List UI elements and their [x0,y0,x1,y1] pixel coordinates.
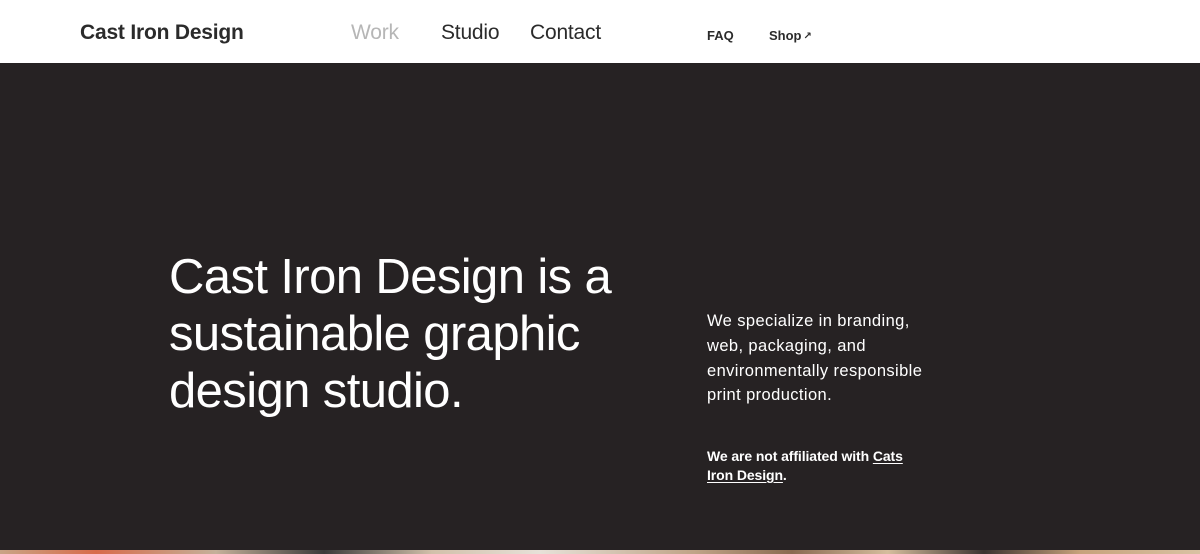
project-photo-strip [0,550,1200,554]
hero-section: Cast Iron Design is a sustainable graphi… [0,63,1200,550]
site-logo-link[interactable]: Cast Iron Design [80,21,244,45]
shop-label: Shop [769,28,802,43]
affiliation-note-prefix: We are not affiliated with [707,448,873,464]
affiliation-note: We are not affiliated with Cats Iron Des… [707,447,927,485]
external-link-arrow-icon: ↗ [803,31,812,42]
nav-item-work[interactable]: Work [351,21,399,45]
nav-item-studio[interactable]: Studio [441,21,500,45]
nav-item-shop[interactable]: Shop ↗ [769,28,812,43]
nav-item-faq[interactable]: FAQ [707,28,734,43]
affiliation-note-suffix: . [782,467,787,483]
hero-headline: Cast Iron Design is a sustainable graphi… [169,250,612,418]
nav-item-contact[interactable]: Contact [530,21,601,45]
hero-intro-text: We specialize in branding, web, packagin… [707,312,923,405]
top-navigation-bar: Cast Iron Design Work Studio Contact FAQ… [0,0,1200,63]
